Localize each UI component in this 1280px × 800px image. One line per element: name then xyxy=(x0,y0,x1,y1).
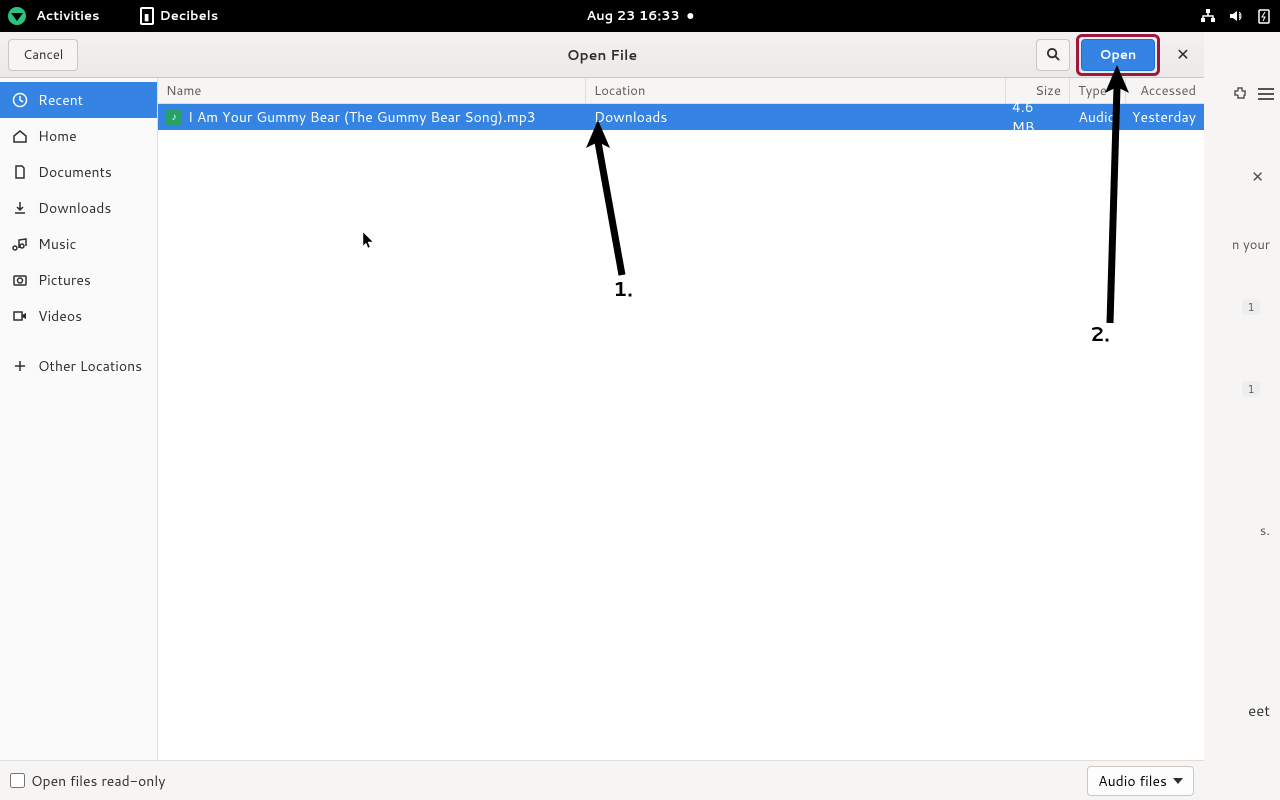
app-indicator[interactable]: ▮ Decibels xyxy=(140,7,219,25)
extension-icon[interactable] xyxy=(1232,86,1248,102)
search-icon xyxy=(1046,47,1061,62)
sidebar-item-home[interactable]: Home xyxy=(0,118,157,154)
background-text-2: s. xyxy=(1260,522,1270,540)
sidebar-item-pictures[interactable]: Pictures xyxy=(0,262,157,298)
sidebar-item-label: Other Locations xyxy=(38,356,142,376)
download-icon xyxy=(12,200,28,216)
menu-icon[interactable] xyxy=(1258,88,1274,100)
background-badge-2: 1 xyxy=(1242,381,1260,397)
file-list-pane: Name Location Size Type Accessed ♪ I Am … xyxy=(158,78,1204,760)
network-icon[interactable] xyxy=(1200,8,1216,24)
background-badge-1: 1 xyxy=(1242,299,1260,315)
file-row[interactable]: ♪ I Am Your Gummy Bear (The Gummy Bear S… xyxy=(158,104,1204,130)
background-text-3: eet xyxy=(1248,700,1270,721)
close-icon[interactable]: ✕ xyxy=(1170,43,1196,66)
cancel-button[interactable]: Cancel xyxy=(8,39,78,71)
file-size: 4.6 MB xyxy=(1004,97,1068,137)
notification-dot-icon xyxy=(688,13,694,19)
sidebar-item-recent[interactable]: Recent xyxy=(0,82,157,118)
activities-label[interactable]: Activities xyxy=(36,7,100,25)
clock[interactable]: Aug 23 16:33 xyxy=(586,7,679,25)
file-type: Audio xyxy=(1068,107,1124,127)
audio-file-icon: ♪ xyxy=(166,109,182,125)
annotation-highlight-open: Open xyxy=(1076,34,1160,76)
file-filter-combo[interactable]: Audio files xyxy=(1087,766,1194,796)
clock-icon xyxy=(12,92,28,108)
sidebar-item-label: Music xyxy=(38,234,76,254)
col-location[interactable]: Location xyxy=(586,78,1006,103)
sidebar-item-downloads[interactable]: Downloads xyxy=(0,190,157,226)
camera-icon xyxy=(12,272,28,288)
sidebar-item-label: Downloads xyxy=(38,198,111,218)
col-name[interactable]: Name xyxy=(158,78,586,103)
decibels-icon: ▮ xyxy=(140,7,154,25)
mouse-cursor-icon xyxy=(363,232,375,255)
volume-icon[interactable] xyxy=(1228,8,1244,24)
readonly-checkbox-input[interactable] xyxy=(10,773,25,788)
chevron-down-icon xyxy=(1173,778,1183,784)
current-app-name: Decibels xyxy=(160,7,219,25)
power-icon[interactable] xyxy=(1256,8,1272,24)
activities-icon xyxy=(8,7,26,25)
search-button[interactable] xyxy=(1036,39,1070,71)
sidebar-item-label: Recent xyxy=(38,90,83,110)
home-icon xyxy=(12,128,28,144)
col-accessed[interactable]: Accessed xyxy=(1126,78,1204,103)
file-location: Downloads xyxy=(586,107,1004,127)
dialog-headerbar: Cancel Open File Open ✕ xyxy=(0,32,1204,78)
dialog-footer: Open files read-only Audio files xyxy=(0,760,1204,800)
sidebar-item-label: Videos xyxy=(38,306,82,326)
file-filter-label: Audio files xyxy=(1098,771,1167,791)
open-button[interactable]: Open xyxy=(1081,39,1155,71)
places-sidebar: Recent Home Documents Downloads Music Pi… xyxy=(0,78,158,760)
sidebar-item-label: Documents xyxy=(38,162,112,182)
background-text-1: n your xyxy=(1232,236,1270,254)
file-open-dialog: Cancel Open File Open ✕ Recent Home D xyxy=(0,32,1204,800)
file-name: I Am Your Gummy Bear (The Gummy Bear Son… xyxy=(188,107,536,127)
readonly-checkbox[interactable]: Open files read-only xyxy=(10,771,165,791)
dialog-title: Open File xyxy=(567,45,637,65)
sidebar-item-music[interactable]: Music xyxy=(0,226,157,262)
background-close-icon[interactable]: ✕ xyxy=(1251,166,1264,187)
plus-icon xyxy=(12,358,28,374)
sidebar-item-label: Home xyxy=(38,126,77,146)
sidebar-item-other-locations[interactable]: Other Locations xyxy=(0,348,157,384)
col-type[interactable]: Type xyxy=(1070,78,1126,103)
music-icon xyxy=(12,236,28,252)
background-window-toolbar xyxy=(1232,86,1274,102)
readonly-label: Open files read-only xyxy=(31,771,165,791)
sidebar-item-label: Pictures xyxy=(38,270,91,290)
video-icon xyxy=(12,308,28,324)
sidebar-item-documents[interactable]: Documents xyxy=(0,154,157,190)
doc-icon xyxy=(12,164,28,180)
sidebar-item-videos[interactable]: Videos xyxy=(0,298,157,334)
gnome-topbar: Activities ▮ Decibels Aug 23 16:33 xyxy=(0,0,1280,32)
file-accessed: Yesterday xyxy=(1124,107,1204,127)
